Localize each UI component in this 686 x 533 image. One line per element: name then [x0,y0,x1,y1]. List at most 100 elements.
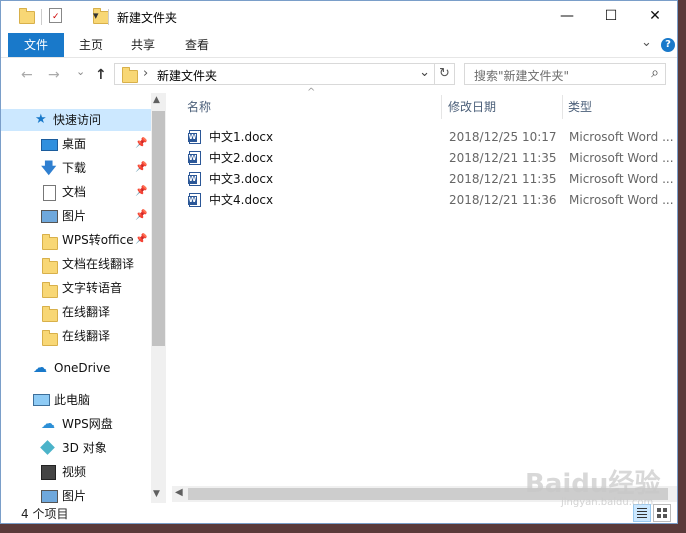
search-input[interactable]: 搜索"新建文件夹" ⌕ [464,63,666,85]
minimize-button[interactable]: — [545,1,589,31]
toolbar-divider [41,9,42,25]
sidebar-item-folder[interactable]: 在线翻译 [1,325,151,347]
column-header-type[interactable]: 类型 [568,95,592,119]
column-header-date[interactable]: 修改日期 [448,95,496,119]
sidebar-item-videos[interactable]: 视频 [1,461,151,483]
file-date: 2018/12/25 10:17 [449,130,557,144]
sidebar-item-label: 此电脑 [54,393,91,407]
sidebar-item-folder[interactable]: 文档在线翻译 [1,253,151,275]
scroll-down-icon[interactable]: ▼ [153,489,160,499]
up-button[interactable]: ↑ [95,67,107,83]
sidebar-item-label: WPS转office [62,233,134,247]
sidebar-item-documents[interactable]: 文档 📌 [1,181,151,203]
column-divider[interactable] [562,95,563,119]
file-date: 2018/12/21 11:36 [449,193,557,207]
folder-icon [42,258,58,274]
file-row[interactable]: 中文4.docx 2018/12/21 11:36 Microsoft Word… [185,190,677,211]
large-icons-view-icon [657,508,661,512]
sidebar-item-label: 文字转语音 [62,281,123,295]
document-icon [43,185,56,201]
sidebar-item-desktop[interactable]: 桌面 📌 [1,133,151,155]
pin-icon[interactable]: 📌 [135,205,147,227]
file-type: Microsoft Word ... [569,193,674,207]
folder-icon [122,67,138,83]
details-view-icon [637,508,647,509]
tab-view[interactable]: 查看 [175,33,219,57]
sidebar-item-label: 桌面 [62,137,87,151]
properties-icon[interactable]: ✓ [49,8,62,23]
sidebar-item-folder[interactable]: 在线翻译 [1,301,151,323]
file-name: 中文3.docx [209,172,274,186]
recent-locations-button[interactable]: ⌄ [76,65,85,78]
path-separator-icon[interactable]: › [143,66,148,81]
back-button[interactable]: ← [21,67,33,83]
sidebar-item-pictures[interactable]: 图片 📌 [1,205,151,227]
navigation-pane: ★ 快速访问 桌面 📌 🡇 下载 📌 文档 📌 图片 📌 WPS转office … [1,93,167,503]
file-row[interactable]: 中文2.docx 2018/12/21 11:35 Microsoft Word… [185,148,677,169]
tab-file[interactable]: 文件 [8,33,64,57]
pin-icon[interactable]: 📌 [135,181,147,203]
sidebar-item-quick-access[interactable]: ★ 快速访问 [1,109,151,131]
pictures-icon [41,210,58,223]
toolbar-divider [108,9,109,25]
title-bar: ✓ ▾ 新建文件夹 — ☐ ✕ [1,1,677,33]
address-bar[interactable]: › 新建文件夹 ⌄ [114,63,435,85]
file-type: Microsoft Word ... [569,130,674,144]
nav-scrollbar[interactable]: ▲ ▼ [151,93,166,503]
star-icon: ★ [35,112,47,127]
file-date: 2018/12/21 11:35 [449,172,557,186]
tab-home[interactable]: 主页 [69,33,113,57]
help-icon[interactable]: ? [661,38,675,52]
ribbon-tabs: 文件 主页 共享 查看 ⌄ ? [1,33,677,58]
download-icon: 🡇 [41,159,57,177]
sidebar-item-downloads[interactable]: 🡇 下载 📌 [1,157,151,179]
pin-icon[interactable]: 📌 [135,229,147,251]
video-icon [41,465,56,480]
search-icon[interactable]: ⌕ [651,65,659,81]
word-document-icon [188,193,201,207]
address-path[interactable]: 新建文件夹 [157,67,217,84]
column-divider[interactable] [441,95,442,119]
sidebar-item-label: 在线翻译 [62,305,111,319]
forward-button[interactable]: → [48,67,60,83]
expand-ribbon-icon[interactable]: ⌄ [641,35,652,50]
file-name: 中文4.docx [209,193,274,207]
sidebar-item-wps-drive[interactable]: ☁ WPS网盘 [1,413,151,435]
maximize-button[interactable]: ☐ [589,1,633,31]
sidebar-item-label: 文档 [62,185,87,199]
tab-share[interactable]: 共享 [121,33,165,57]
folder-icon [19,8,35,24]
folder-icon [42,306,58,322]
sidebar-item-3d-objects[interactable]: 3D 对象 [1,437,151,459]
file-name: 中文1.docx [209,130,274,144]
customize-toolbar-button[interactable]: ▾ [93,9,99,22]
close-button[interactable]: ✕ [633,1,677,31]
sidebar-item-folder[interactable]: WPS转office 📌 [1,229,151,251]
file-row[interactable]: 中文3.docx 2018/12/21 11:35 Microsoft Word… [185,169,677,190]
refresh-button[interactable]: ↻ [435,63,455,85]
scroll-up-icon[interactable]: ▲ [153,95,160,105]
scrollbar-thumb[interactable] [152,111,165,346]
sidebar-item-folder[interactable]: 文字转语音 [1,277,151,299]
pin-icon[interactable]: 📌 [135,157,147,179]
sidebar-item-label: WPS网盘 [62,417,113,431]
item-count: 4 个项目 [21,507,69,521]
word-document-icon [188,151,201,165]
pin-icon[interactable]: 📌 [135,133,147,155]
address-dropdown-icon[interactable]: ⌄ [419,65,430,80]
sidebar-item-label: 下载 [62,161,87,175]
sidebar-item-this-pc[interactable]: 此电脑 [1,389,151,411]
file-row[interactable]: 中文1.docx 2018/12/25 10:17 Microsoft Word… [185,127,677,148]
cloud-icon: ☁ [33,360,47,376]
scroll-left-icon[interactable]: ◀ [175,487,183,498]
desktop-icon [41,139,58,151]
sidebar-item-onedrive[interactable]: ☁ OneDrive [1,357,151,379]
address-row: ← → ⌄ ↑ › 新建文件夹 ⌄ ↻ 搜索"新建文件夹" ⌕ [1,61,677,91]
3d-objects-icon [40,440,55,455]
folder-icon [42,282,58,298]
word-document-icon [188,172,201,186]
large-icons-view-button[interactable] [653,504,671,522]
sidebar-item-label: 视频 [62,465,87,479]
column-header-name[interactable]: 名称 [187,95,211,119]
search-placeholder: 搜索"新建文件夹" [474,69,570,83]
